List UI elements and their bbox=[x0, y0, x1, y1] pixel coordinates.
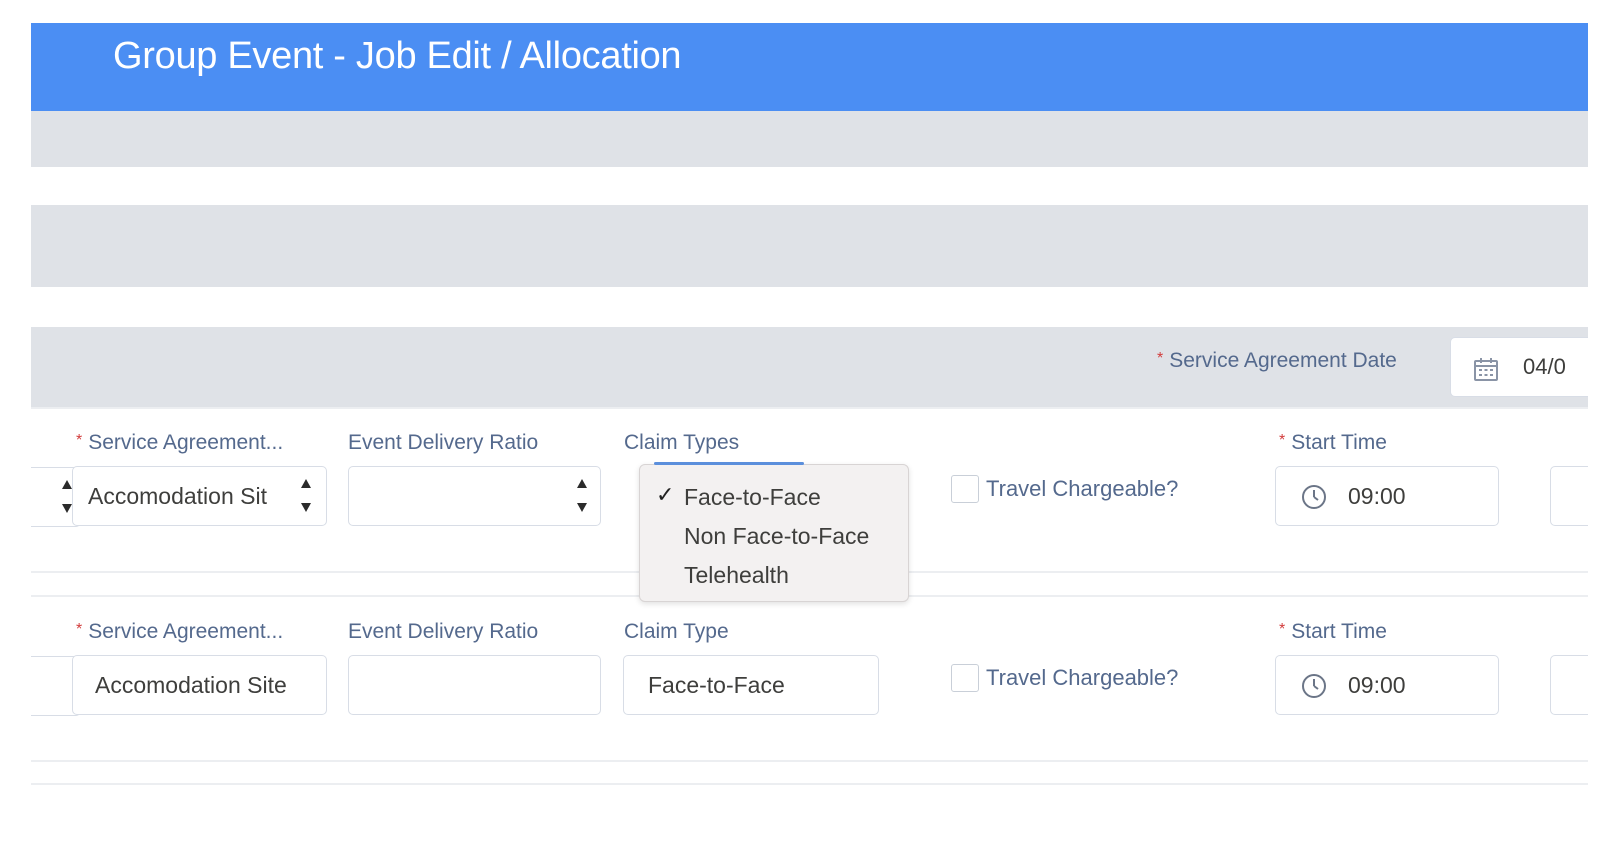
row1-service-agreement-select[interactable]: Accomodation Sit bbox=[72, 466, 327, 526]
required-marker: * bbox=[76, 432, 83, 449]
divider bbox=[31, 783, 1588, 785]
service-agreement-date-label-text: Service Agreement Date bbox=[1169, 349, 1397, 372]
row1-claim-types-label: Claim Types bbox=[624, 431, 740, 454]
page-title: Group Event - Job Edit / Allocation bbox=[113, 35, 682, 77]
row2-service-agreement-label-text: Service Agreement... bbox=[88, 620, 284, 643]
row2-delivery-ratio-field[interactable] bbox=[348, 655, 601, 715]
service-agreement-date-value: 04/0 bbox=[1523, 354, 1566, 379]
row2-claim-type-value: Face-to-Face bbox=[648, 672, 785, 698]
row2-start-time-label-text: Start Time bbox=[1291, 620, 1387, 643]
row2-claim-type-label: Claim Type bbox=[624, 620, 729, 643]
row1-travel-chargeable-label: Travel Chargeable? bbox=[986, 476, 1179, 501]
claim-option-label: Telehealth bbox=[684, 562, 789, 588]
required-marker: * bbox=[1279, 432, 1286, 449]
row1-start-time-label-text: Start Time bbox=[1291, 431, 1387, 454]
row2-delivery-ratio-label: Event Delivery Ratio bbox=[348, 620, 539, 643]
select-arrows-icon bbox=[299, 479, 313, 513]
claim-option-label: Non Face-to-Face bbox=[684, 523, 870, 549]
claim-types-dropdown[interactable]: ✓ Face-to-Face Non Face-to-Face Teleheal… bbox=[639, 462, 909, 602]
row1-service-agreement-label-text: Service Agreement... bbox=[88, 431, 284, 454]
row1-next-field[interactable] bbox=[1550, 466, 1588, 526]
row1-service-agreement-label: * Service Agreement... bbox=[76, 431, 283, 455]
gray-band bbox=[31, 111, 1588, 167]
claim-option-face-to-face[interactable]: ✓ Face-to-Face bbox=[640, 478, 908, 516]
row2-start-time-label: * Start Time bbox=[1279, 620, 1387, 644]
row2-travel-chargeable-checkbox[interactable] bbox=[951, 664, 979, 692]
row2-travel-chargeable-label: Travel Chargeable? bbox=[986, 665, 1179, 690]
divider bbox=[31, 407, 1588, 409]
divider bbox=[31, 760, 1588, 762]
claim-option-non-face-to-face[interactable]: Non Face-to-Face bbox=[640, 517, 908, 555]
row1-start-time-label: * Start Time bbox=[1279, 431, 1387, 455]
checkmark-icon: ✓ bbox=[656, 482, 675, 507]
focus-indicator bbox=[654, 462, 804, 465]
row1-delivery-ratio-label: Event Delivery Ratio bbox=[348, 431, 539, 454]
row2-start-time-value: 09:00 bbox=[1348, 672, 1406, 698]
row1-start-time-input[interactable]: 09:00 bbox=[1275, 466, 1499, 526]
row1-start-time-value: 09:00 bbox=[1348, 483, 1406, 509]
service-agreement-date-label: * Service Agreement Date bbox=[1157, 349, 1397, 373]
claim-option-label: Face-to-Face bbox=[684, 484, 821, 510]
row2-service-agreement-field[interactable]: Accomodation Site bbox=[72, 655, 327, 715]
required-marker: * bbox=[1157, 350, 1164, 367]
row2-next-field[interactable] bbox=[1550, 655, 1588, 715]
claim-option-telehealth[interactable]: Telehealth bbox=[640, 556, 908, 594]
clock-icon bbox=[1302, 485, 1326, 509]
row1-travel-chargeable-checkbox[interactable] bbox=[951, 475, 979, 503]
clock-icon bbox=[1302, 674, 1326, 698]
row2-claim-type-field[interactable]: Face-to-Face bbox=[623, 655, 879, 715]
row2-service-agreement-label: * Service Agreement... bbox=[76, 620, 283, 644]
row2-service-agreement-value: Accomodation Site bbox=[95, 672, 287, 698]
gray-band bbox=[31, 205, 1588, 287]
page-header: Group Event - Job Edit / Allocation bbox=[31, 23, 1588, 111]
row1-delivery-ratio-input[interactable] bbox=[348, 466, 601, 526]
row1-service-agreement-value: Accomodation Sit bbox=[88, 483, 267, 509]
service-agreement-date-input[interactable]: 04/0 bbox=[1450, 337, 1588, 397]
required-marker: * bbox=[76, 621, 83, 638]
calendar-icon[interactable] bbox=[1473, 356, 1499, 382]
row2-start-time-input[interactable]: 09:00 bbox=[1275, 655, 1499, 715]
app-window: Group Event - Job Edit / Allocation * Ser… bbox=[31, 23, 1588, 823]
required-marker: * bbox=[1279, 621, 1286, 638]
number-stepper-icon[interactable] bbox=[575, 479, 589, 513]
